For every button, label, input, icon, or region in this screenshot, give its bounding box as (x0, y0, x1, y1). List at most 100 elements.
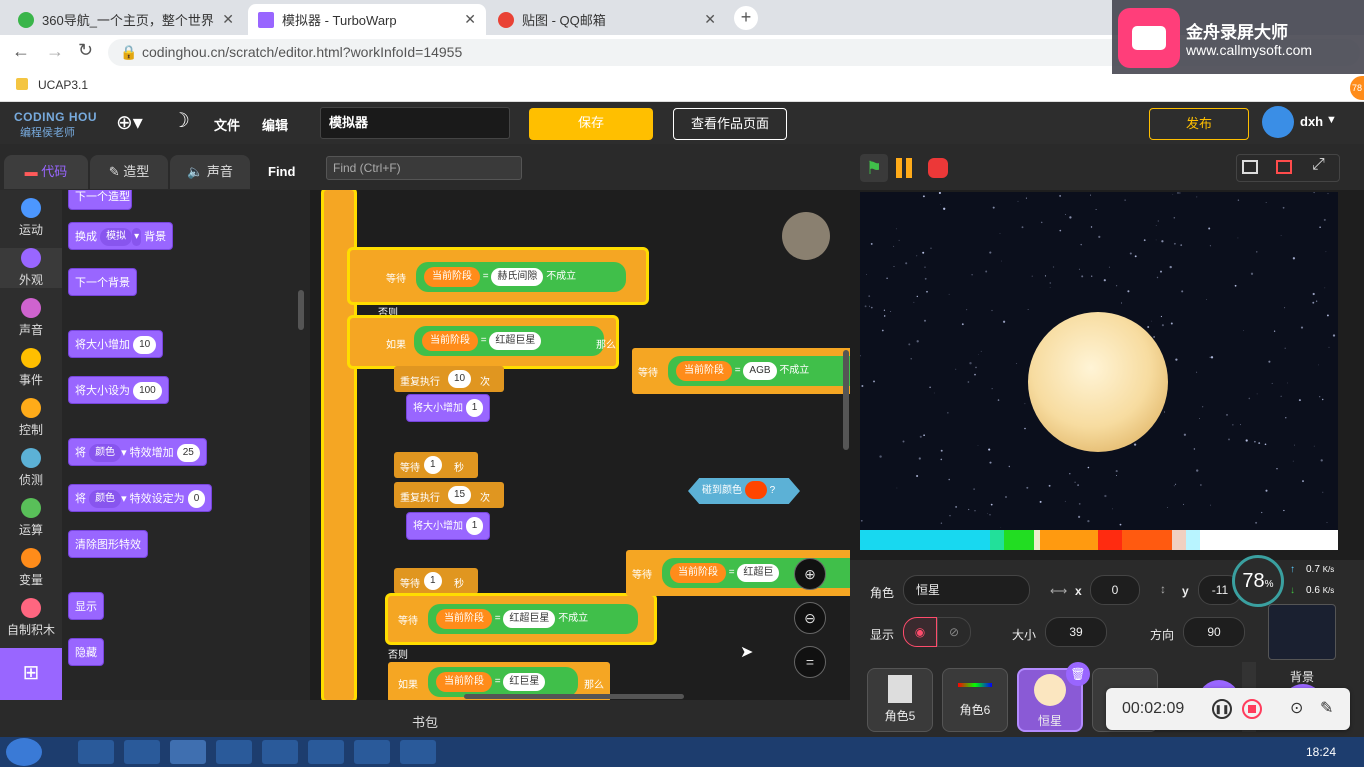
back-icon[interactable]: ← (12, 41, 30, 62)
category-operators[interactable]: 运算 (0, 498, 62, 538)
wait-seconds-block[interactable]: 等待 1 秒 (394, 452, 478, 478)
category-looks[interactable]: 外观 (0, 248, 62, 288)
pause-icon[interactable] (896, 158, 902, 178)
star-sprite[interactable] (1028, 312, 1168, 452)
wait-until-block[interactable]: 等待 当前阶段 = 红超巨星 不成立 (388, 596, 654, 642)
stage-canvas[interactable] (860, 192, 1338, 550)
wait-until-block[interactable]: 等待 当前阶段 = 赫氏间隙 不成立 (350, 250, 646, 302)
chrome-icon[interactable] (170, 740, 206, 764)
taskbar-app[interactable] (124, 740, 160, 764)
reload-icon[interactable]: ↻ (78, 40, 93, 61)
stop-icon[interactable] (928, 158, 948, 178)
tab-code[interactable]: ▬ 代码 (4, 155, 88, 189)
network-gauge[interactable]: 78% (1232, 555, 1284, 607)
pause-record-icon[interactable]: ❚❚ (1212, 699, 1232, 719)
taskbar-app[interactable] (354, 740, 390, 764)
workspace-hscrollbar[interactable] (464, 694, 684, 699)
size-input[interactable]: 39 (1045, 617, 1107, 647)
bookmark-item[interactable]: UCAP3.1 (38, 78, 88, 92)
green-flag-icon[interactable]: ⚑ (860, 154, 888, 182)
if-block[interactable]: 如果 当前阶段 = 红超巨星 那么 (350, 318, 616, 366)
zoom-reset-icon[interactable]: = (794, 646, 826, 678)
browser-tab-active[interactable]: 模拟器 - TurboWarp ✕ (248, 4, 486, 35)
zoom-in-icon[interactable]: ⊕ (794, 558, 826, 590)
start-button[interactable] (6, 738, 42, 766)
wait-seconds-block[interactable]: 等待 1 秒 (394, 568, 478, 594)
small-stage-icon[interactable] (1242, 160, 1258, 174)
block-change-effect[interactable]: 将 颜色 ▾ 特效增加 25 (68, 438, 207, 466)
taskbar-app[interactable] (78, 740, 114, 764)
backdrop-thumb[interactable] (1268, 604, 1336, 660)
direction-input[interactable]: 90 (1183, 617, 1245, 647)
avatar[interactable] (1262, 106, 1294, 138)
recorder-site: www.callmysoft.com (1186, 42, 1313, 58)
category-control[interactable]: 控制 (0, 398, 62, 438)
camera-icon[interactable]: ⊙ (1290, 698, 1303, 718)
wait-until-block-loose[interactable]: 等待 当前阶段 = AGB 不成立 (632, 348, 850, 394)
recorder-overlay: 金舟录屏大师 www.callmysoft.com (1112, 0, 1364, 74)
close-icon[interactable]: ✕ (464, 11, 476, 28)
large-stage-icon[interactable] (1276, 160, 1292, 174)
browser-tab[interactable]: 360导航_一个主页，整个世界 ✕ (8, 4, 244, 35)
category-events[interactable]: 事件 (0, 348, 62, 388)
x-input[interactable]: 0 (1090, 575, 1140, 605)
category-sound[interactable]: 声音 (0, 298, 62, 338)
sprite-name-input[interactable]: 恒星 (903, 575, 1030, 605)
category-variables[interactable]: 变量 (0, 548, 62, 588)
taskbar-app[interactable] (216, 740, 252, 764)
block-set-size[interactable]: 将大小设为 100 (68, 376, 169, 404)
pause-icon-bar (906, 158, 912, 178)
project-title-input[interactable]: 模拟器 (320, 107, 510, 139)
logo-text[interactable]: CODING HOU (14, 110, 97, 124)
show-visible-icon[interactable]: ◉ (903, 617, 937, 647)
script-change-size[interactable]: 将大小增加 1 (406, 512, 491, 540)
menu-edit[interactable]: 编辑 (262, 115, 288, 134)
block-hide[interactable]: 隐藏 (68, 638, 104, 666)
category-motion[interactable]: 运动 (0, 198, 62, 238)
forward-icon[interactable]: → (46, 41, 64, 62)
close-icon[interactable]: ✕ (222, 11, 234, 28)
category-myblocks[interactable]: 自制积木 (0, 598, 62, 638)
tab-sound[interactable]: 🔈 声音 (170, 155, 250, 189)
workspace-vscrollbar[interactable] (843, 350, 849, 450)
block-clear-effects[interactable]: 清除图形特效 (68, 530, 148, 558)
close-icon[interactable]: ✕ (704, 11, 716, 28)
repeat-block[interactable]: 重复执行 10 次 (394, 366, 504, 392)
touching-color-block[interactable]: 碰到颜色 ? (688, 478, 800, 504)
hide-invisible-icon[interactable]: ⊘ (937, 617, 971, 647)
block-show[interactable]: 显示 (68, 592, 104, 620)
block-set-effect[interactable]: 将 颜色 ▾ 特效设定为 0 (68, 484, 213, 512)
stop-record-icon[interactable] (1242, 699, 1262, 719)
new-tab-button[interactable]: + (734, 6, 758, 30)
taskbar-app[interactable] (308, 740, 344, 764)
category-sensing[interactable]: 侦测 (0, 448, 62, 488)
view-page-button[interactable]: 查看作品页面 (673, 108, 787, 140)
moon-icon[interactable]: ☽ (172, 108, 190, 133)
repeat-block[interactable]: 重复执行 15 次 (394, 482, 504, 508)
chevron-down-icon[interactable]: ▼ (1326, 114, 1337, 126)
add-extension-button[interactable]: ⊞ (0, 648, 62, 700)
block-next-costume[interactable]: 下一个造型 (68, 190, 132, 210)
zoom-out-icon[interactable]: ⊖ (794, 602, 826, 634)
browser-tab[interactable]: 贴图 - QQ邮箱 ✕ (488, 4, 726, 35)
save-button[interactable]: 保存 (529, 108, 653, 140)
tab-costume[interactable]: ✎ 造型 (90, 155, 168, 189)
globe-icon[interactable]: ⊕▾ (116, 110, 143, 135)
taskbar-app[interactable] (262, 740, 298, 764)
publish-button[interactable]: 发布 (1149, 108, 1249, 140)
block-change-size[interactable]: 将大小增加 10 (68, 330, 164, 358)
pencil-icon[interactable]: ✎ (1320, 698, 1333, 718)
sprite-thumb[interactable]: 角色6 (942, 668, 1008, 732)
script-change-size[interactable]: 将大小增加 1 (406, 394, 491, 422)
menu-file[interactable]: 文件 (214, 115, 240, 134)
delete-icon[interactable]: 🗑 (1066, 662, 1090, 686)
backpack-bar[interactable]: 书包 (0, 700, 850, 737)
username[interactable]: dxh (1300, 114, 1323, 129)
palette-scrollbar[interactable] (298, 290, 304, 330)
find-input[interactable]: Find (Ctrl+F) (326, 156, 522, 180)
block-switch-backdrop[interactable]: 换成 模拟 ▾ 背景 (68, 222, 174, 250)
fullscreen-icon[interactable]: ⤢ (1312, 156, 1325, 174)
block-next-backdrop[interactable]: 下一个背景 (68, 268, 137, 296)
sprite-thumb[interactable]: 角色5 (867, 668, 933, 732)
taskbar-app[interactable] (400, 740, 436, 764)
